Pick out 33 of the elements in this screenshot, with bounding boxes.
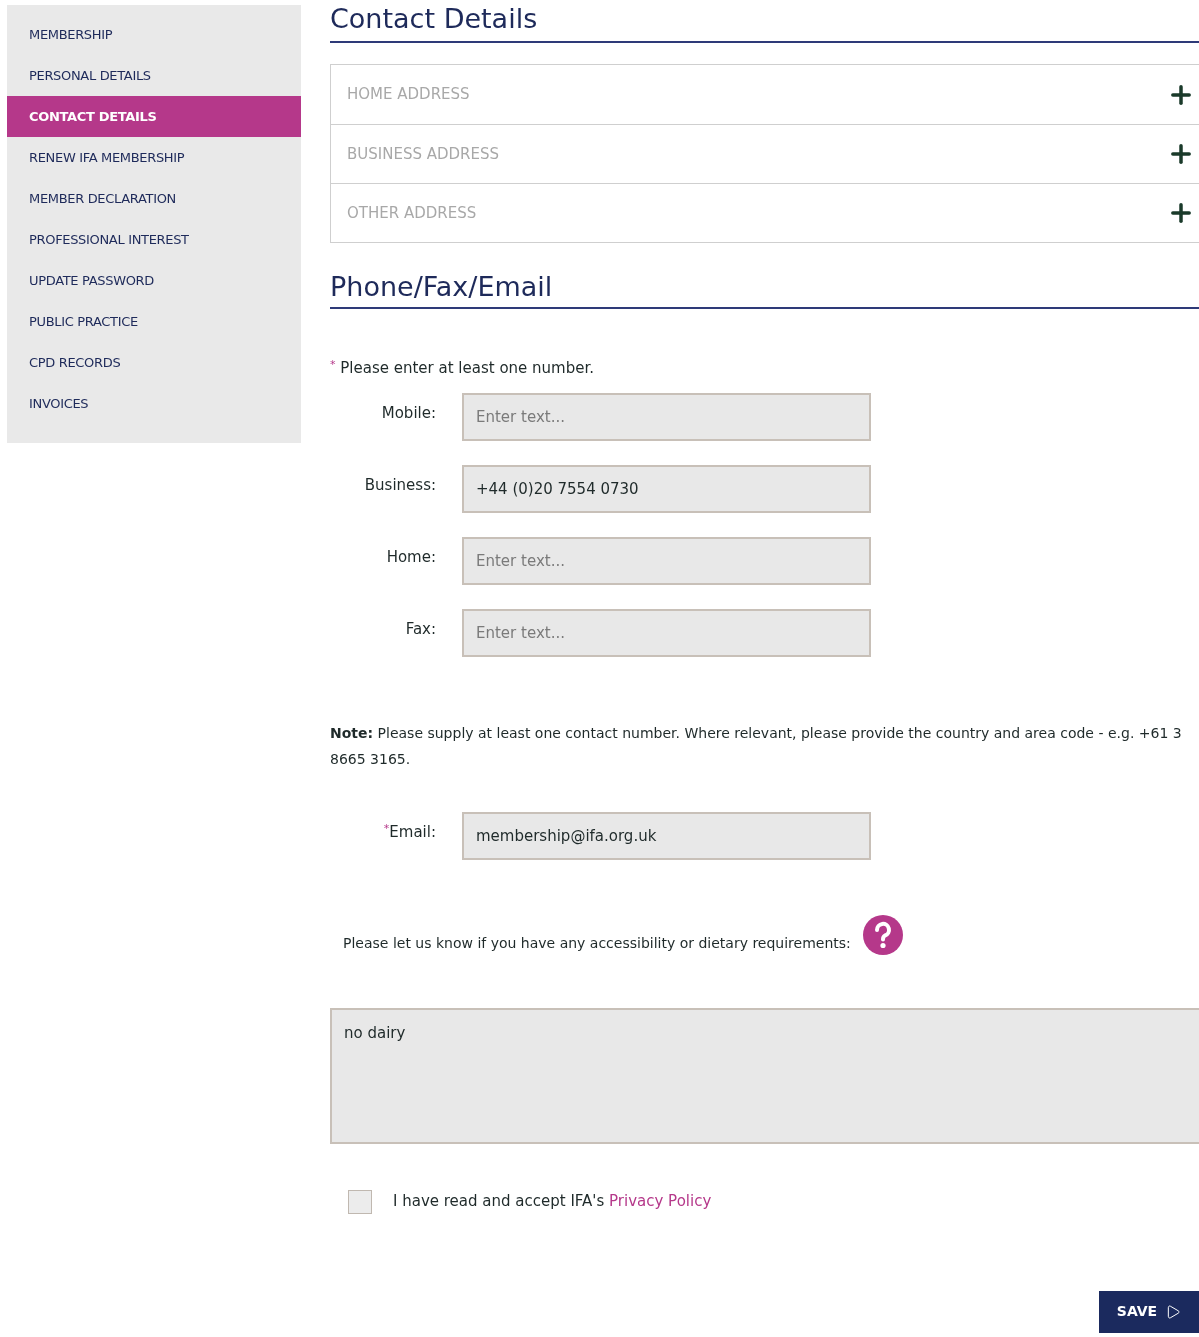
sidebar-item[interactable]: UPDATE PASSWORD — [7, 260, 301, 301]
sidebar-item[interactable]: RENEW IFA MEMBERSHIP — [7, 137, 301, 178]
required-mark: * — [383, 821, 390, 836]
sidebar-item[interactable]: INVOICES — [7, 383, 301, 424]
required-note: * Please enter at least one number. — [330, 357, 595, 379]
field-label: Home: — [386, 547, 436, 569]
field-label: Mobile: — [381, 403, 436, 425]
help-icon[interactable] — [862, 914, 903, 955]
section-title: Contact Details — [330, 2, 539, 36]
play-icon — [1165, 1303, 1182, 1320]
sidebar-item[interactable]: CONTACT DETAILS — [7, 96, 301, 137]
privacy-policy-link[interactable]: Privacy Policy — [609, 1192, 712, 1211]
field-label: Fax: — [405, 619, 436, 641]
requirements-textarea[interactable]: no dairy — [330, 1007, 1199, 1144]
privacy-checkbox[interactable] — [348, 1189, 372, 1214]
note-text: Note: Please supply at least one contact number. Where relevant, please provide the country and area code - e.g. +61 3 8665 3165. — [330, 723, 1183, 769]
text-field[interactable]: Enter text... — [462, 536, 871, 585]
text-field[interactable]: Enter text... — [462, 608, 871, 657]
sidebar-item[interactable]: MEMBERSHIP — [7, 14, 301, 55]
sidebar-item[interactable]: MEMBER DECLARATION — [7, 178, 301, 219]
text-field[interactable]: Enter text... — [462, 392, 871, 441]
section-title: Phone/Fax/Email — [330, 270, 554, 304]
text-field[interactable]: membership@ifa.org.uk — [462, 811, 871, 860]
text-field[interactable]: +44 (0)20 7554 0730 — [462, 464, 871, 513]
requirements-question: Please let us know if you have any accessibility or dietary requirements: — [343, 934, 851, 953]
save-button[interactable]: SAVE — [1099, 1290, 1199, 1333]
field-label: Business: — [364, 475, 436, 497]
sidebar-item[interactable]: PUBLIC PRACTICE — [7, 301, 301, 342]
sidebar-item[interactable]: CPD RECORDS — [7, 342, 301, 383]
sidebar-item[interactable]: PROFESSIONAL INTEREST — [7, 219, 301, 260]
field-label: Email: — [389, 822, 436, 844]
sidebar-item[interactable]: PERSONAL DETAILS — [7, 55, 301, 96]
privacy-consent-text: I have read and accept IFA's Privacy Policy — [393, 1191, 712, 1213]
